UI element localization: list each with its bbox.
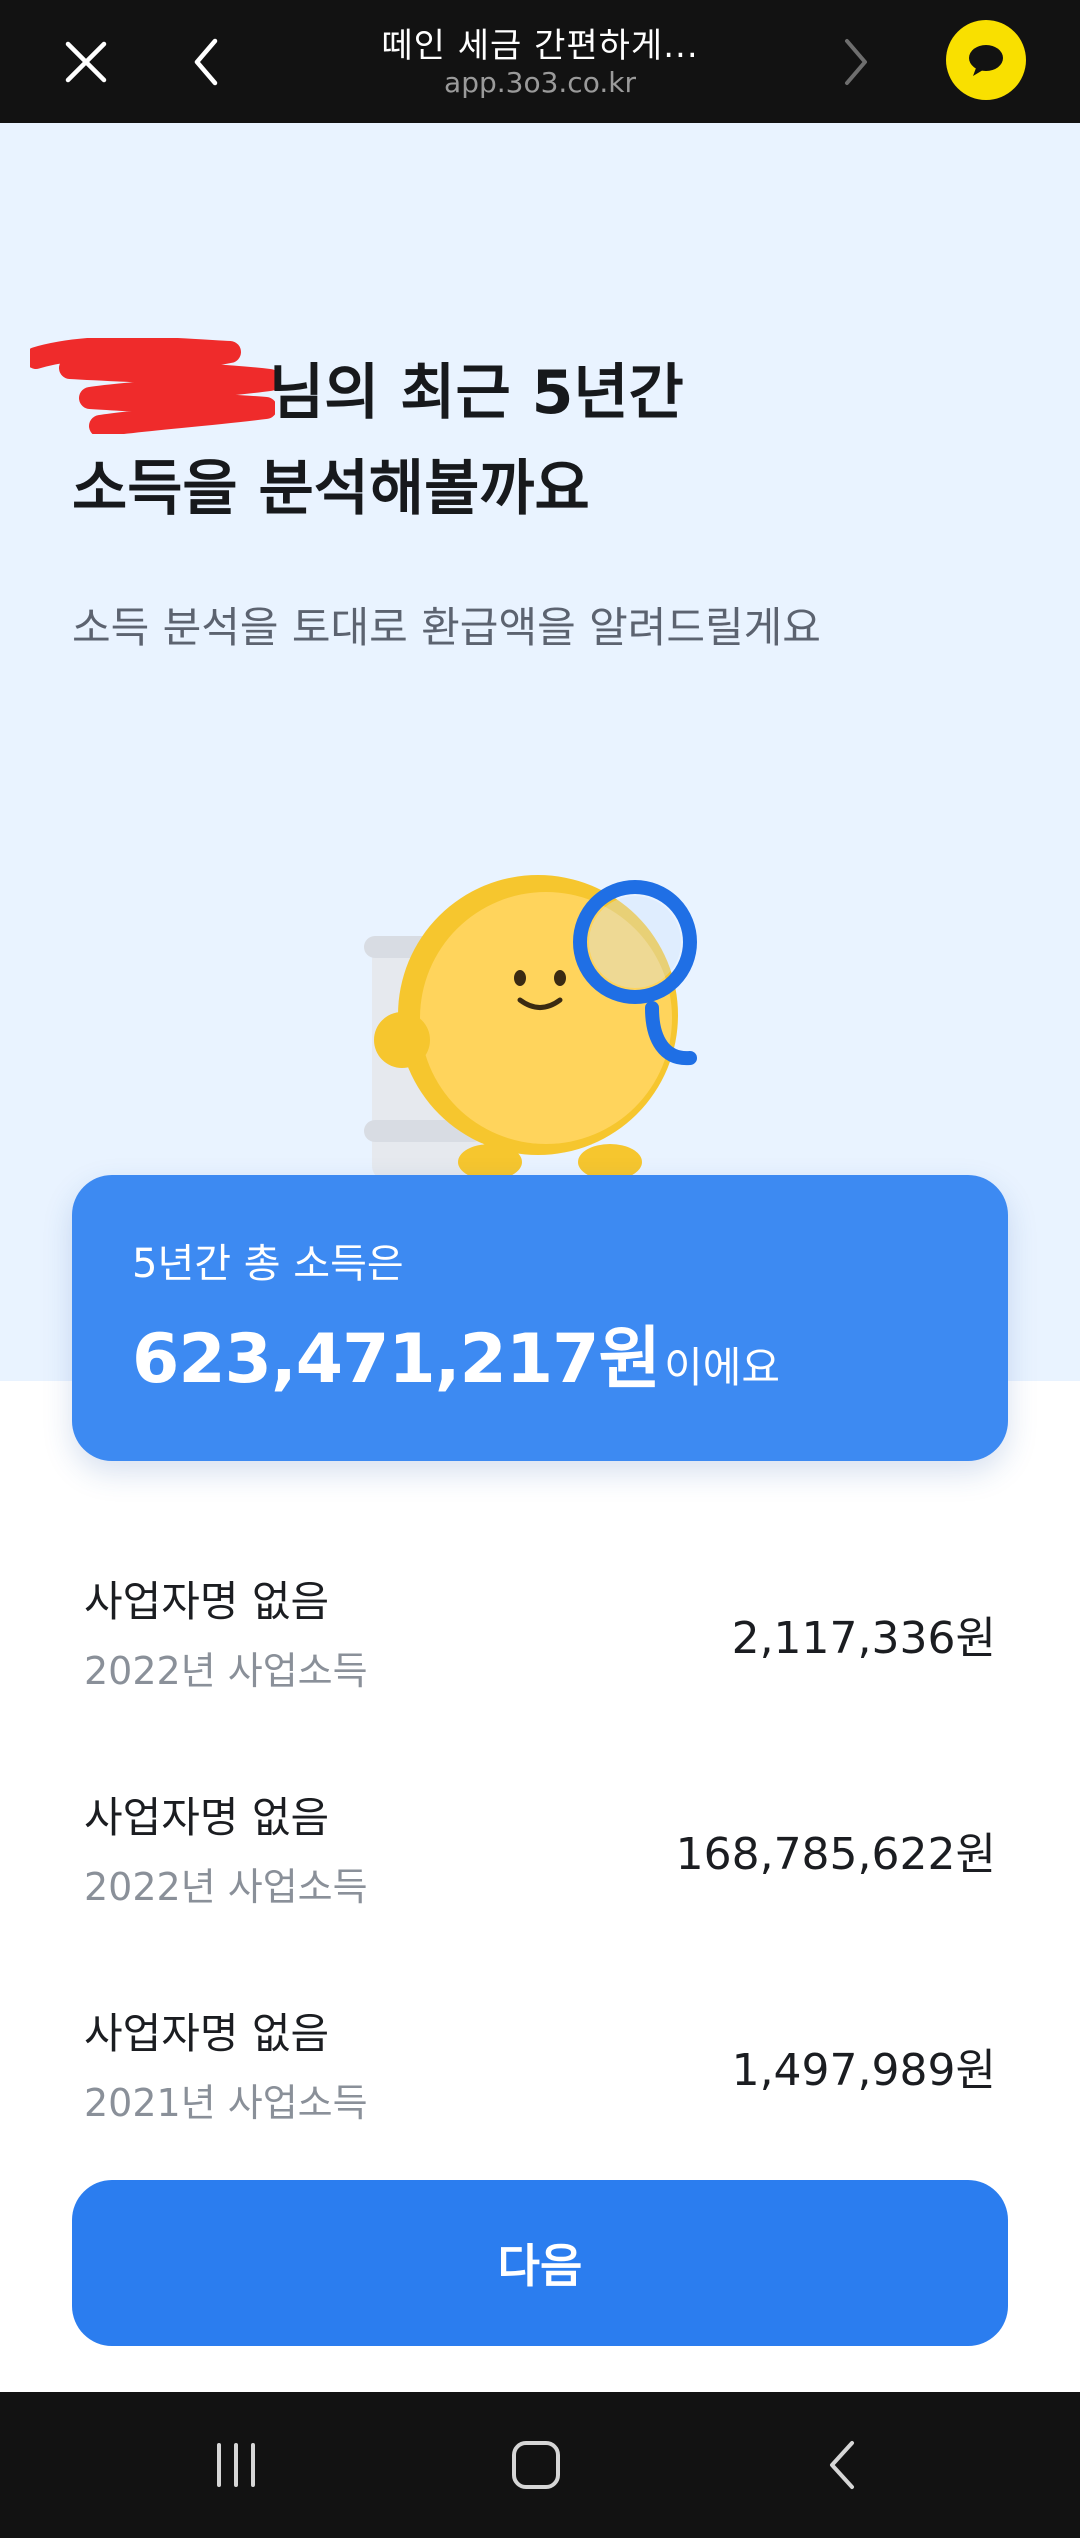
chevron-left-icon[interactable] bbox=[172, 28, 240, 96]
income-list-item[interactable]: 사업자명 없음 2022년 사업소득 168,785,622원 bbox=[84, 1784, 996, 1944]
income-description: 2021년 사업소득 bbox=[84, 2081, 368, 2125]
income-amount: 1,497,989원 bbox=[731, 2045, 996, 2096]
total-income-card: 5년간 총 소득은 623,471,217원이에요 bbox=[72, 1175, 1008, 1461]
back-icon[interactable] bbox=[806, 2429, 878, 2501]
page-headline: 님의 최근 5년간 소득을 분석해볼까요 bbox=[72, 345, 972, 537]
income-business-name: 사업자명 없음 bbox=[84, 1793, 330, 1842]
system-nav-bar bbox=[0, 2392, 1080, 2538]
total-income-amount: 623,471,217원 bbox=[132, 1320, 661, 1399]
income-business-name: 사업자명 없음 bbox=[84, 1577, 330, 1626]
browser-url[interactable]: app.3o3.co.kr bbox=[280, 66, 800, 99]
next-button[interactable]: 다음 bbox=[72, 2180, 1008, 2346]
total-income-label: 5년간 총 소득은 bbox=[132, 1241, 404, 1287]
income-amount: 168,785,622원 bbox=[675, 1829, 996, 1880]
income-description: 2022년 사업소득 bbox=[84, 1649, 368, 1693]
recent-apps-icon[interactable] bbox=[200, 2429, 272, 2501]
close-icon[interactable] bbox=[52, 28, 120, 96]
headline-line-2: 소득을 분석해볼까요 bbox=[72, 454, 590, 524]
chevron-right-icon[interactable] bbox=[822, 28, 890, 96]
income-description: 2022년 사업소득 bbox=[84, 1865, 368, 1909]
mascot-illustration bbox=[364, 875, 697, 1180]
income-list-item[interactable]: 사업자명 없음 2022년 사업소득 2,117,336원 bbox=[84, 1568, 996, 1728]
home-icon[interactable] bbox=[500, 2429, 572, 2501]
income-amount: 2,117,336원 bbox=[731, 1613, 996, 1664]
page-subtitle: 소득 분석을 토대로 환급액을 알려드릴게요 bbox=[72, 603, 821, 652]
chat-bubble-icon[interactable] bbox=[946, 20, 1026, 100]
headline-line-1: 님의 최근 5년간 bbox=[269, 358, 684, 428]
income-list-item[interactable]: 사업자명 없음 2021년 사업소득 1,497,989원 bbox=[84, 2000, 996, 2160]
total-income-line: 623,471,217원이에요 bbox=[132, 1303, 780, 1402]
income-business-name: 사업자명 없음 bbox=[84, 2009, 330, 2058]
total-income-suffix: 이에요 bbox=[664, 1343, 780, 1392]
browser-top-bar: 떼인 세금 간편하게... app.3o3.co.kr bbox=[0, 0, 1080, 123]
browser-title: 떼인 세금 간편하게... bbox=[381, 26, 699, 66]
